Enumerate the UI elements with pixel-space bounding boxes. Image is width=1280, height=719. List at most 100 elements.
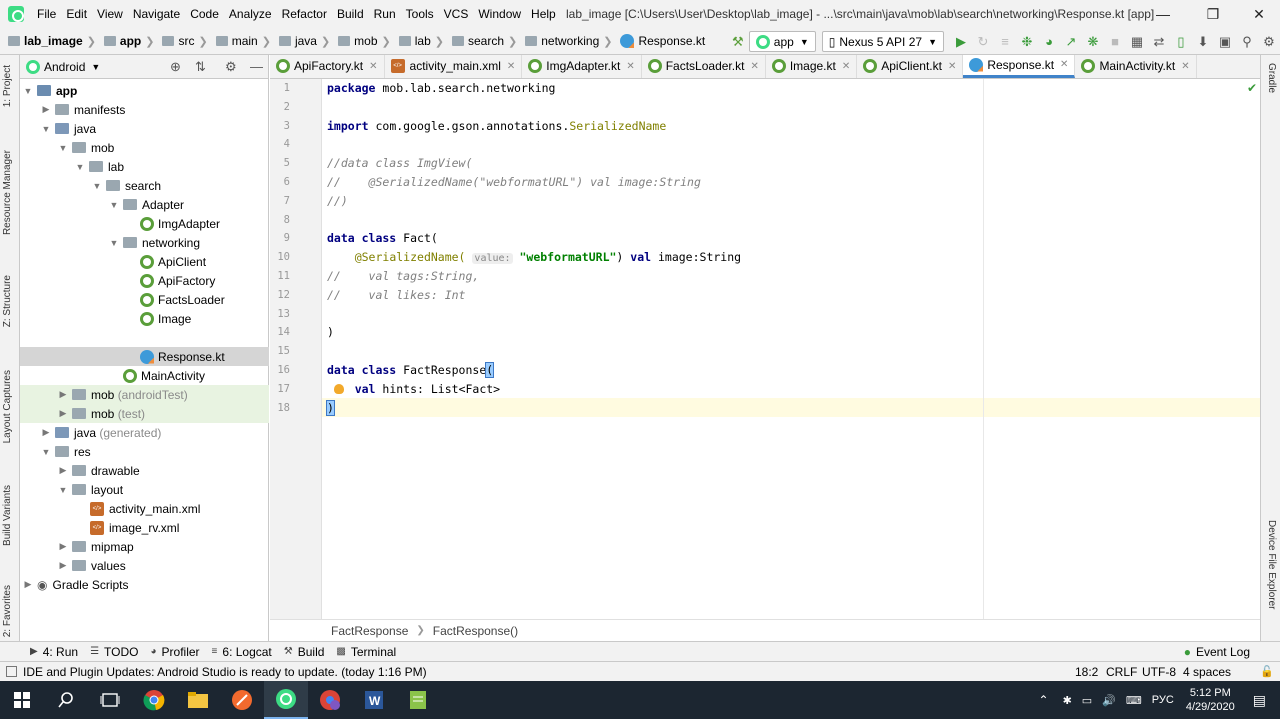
maximize-icon[interactable]: ❐ bbox=[1190, 0, 1236, 28]
tree-item-manifests[interactable]: ▶ manifests bbox=[20, 100, 269, 119]
tree-item-layout[interactable]: ▼ layout bbox=[20, 480, 269, 499]
chevron-right-icon[interactable]: ▶ bbox=[57, 408, 69, 419]
hammer-build-icon[interactable]: ⚒ bbox=[727, 31, 749, 53]
breadcrumb-java[interactable]: java ❯ bbox=[277, 34, 336, 48]
close-window-icon[interactable]: ✕ bbox=[1236, 0, 1280, 28]
keyboard-icon[interactable]: ⌨ bbox=[1126, 694, 1142, 707]
chevron-down-icon[interactable]: ▼ bbox=[40, 124, 52, 134]
event-log-button[interactable]: ● Event Log bbox=[1184, 645, 1250, 659]
chrome-profile-icon[interactable] bbox=[308, 681, 352, 719]
clock[interactable]: 5:12 PM 4/29/2020 bbox=[1186, 686, 1235, 714]
status-message[interactable]: IDE and Plugin Updates: Android Studio i… bbox=[23, 665, 427, 679]
breadcrumb-main[interactable]: main ❯ bbox=[214, 34, 277, 48]
attach-debugger-icon[interactable]: ↗ bbox=[1060, 31, 1082, 53]
chevron-right-icon[interactable]: ▶ bbox=[57, 541, 69, 552]
close-icon[interactable]: ✕ bbox=[1060, 59, 1068, 70]
tree-item-image-rv-xml[interactable]: </> image_rv.xml bbox=[20, 518, 269, 537]
logcat-tool-button[interactable]: ≡ 6: Logcat bbox=[212, 645, 272, 659]
chevron-down-icon[interactable]: ▼ bbox=[57, 485, 69, 495]
notepad-icon[interactable] bbox=[396, 681, 440, 719]
run-tool-button[interactable]: ▶ 4: Run bbox=[30, 645, 78, 659]
tab-apifactory[interactable]: ApiFactory.kt ✕ bbox=[270, 55, 385, 78]
chevron-right-icon[interactable]: ▶ bbox=[40, 104, 52, 115]
breadcrumb-lab[interactable]: lab ❯ bbox=[397, 34, 450, 48]
tab-apiclient[interactable]: ApiClient.kt ✕ bbox=[857, 55, 964, 78]
tree-item-imgadapter[interactable]: ImgAdapter bbox=[20, 214, 269, 233]
windows-start-icon[interactable] bbox=[0, 681, 44, 719]
tree-item-java[interactable]: ▼ java bbox=[20, 119, 269, 138]
run-icon[interactable]: ▶ bbox=[950, 31, 972, 53]
device-select[interactable]: ▯ Nexus 5 API 27 ▼ bbox=[821, 31, 944, 52]
chevron-right-icon[interactable]: ▶ bbox=[57, 560, 69, 571]
android-studio-taskbar-icon[interactable] bbox=[264, 681, 308, 719]
input-language[interactable]: РУС bbox=[1152, 694, 1174, 706]
tab-factsloader[interactable]: FactsLoader.kt ✕ bbox=[642, 55, 766, 78]
tree-item-lab[interactable]: ▼ lab bbox=[20, 157, 269, 176]
gear-icon[interactable]: ⚙ bbox=[225, 59, 237, 75]
project-tool-tab[interactable]: 1: Project bbox=[2, 65, 13, 107]
sync-gradle-icon[interactable]: ⇄ bbox=[1148, 31, 1170, 53]
menu-file[interactable]: File bbox=[32, 0, 61, 28]
tab-image[interactable]: Image.kt ✕ bbox=[766, 55, 858, 78]
sdk-manager-icon[interactable]: ⬇ bbox=[1192, 31, 1214, 53]
build-variants-tab[interactable]: Build Variants bbox=[2, 485, 13, 546]
chevron-right-icon[interactable]: ▶ bbox=[40, 427, 52, 438]
breadcrumb-app[interactable]: app ❯ bbox=[102, 34, 161, 48]
indent-setting[interactable]: 4 spaces bbox=[1183, 665, 1231, 679]
apply-changes-icon[interactable]: ↻ bbox=[972, 31, 994, 53]
device-file-explorer-tab[interactable]: Device File Explorer bbox=[1266, 520, 1277, 609]
tree-item-res[interactable]: ▼ res bbox=[20, 442, 269, 461]
resource-manager-tab[interactable]: Resource Manager bbox=[2, 150, 13, 235]
breadcrumb-lab-image[interactable]: lab_image ❯ bbox=[6, 34, 102, 48]
chevron-down-icon[interactable]: ▼ bbox=[57, 143, 69, 153]
tree-item-image[interactable]: Image bbox=[20, 309, 269, 328]
gradle-tab[interactable]: Gradle bbox=[1266, 63, 1277, 93]
structure-tab[interactable]: Z: Structure bbox=[2, 275, 13, 327]
status-toggle-icon[interactable] bbox=[6, 666, 17, 677]
run-config-select[interactable]: app ▼ bbox=[748, 31, 816, 52]
breadcrumb-response-kt[interactable]: Response.kt bbox=[618, 34, 707, 48]
favorites-tab[interactable]: 2: Favorites bbox=[2, 585, 13, 637]
breadcrumb-src[interactable]: src ❯ bbox=[160, 34, 213, 48]
chevron-right-icon[interactable]: ▶ bbox=[22, 579, 34, 590]
menu-vcs[interactable]: VCS bbox=[439, 0, 474, 28]
breadcrumb-search[interactable]: search ❯ bbox=[450, 34, 523, 48]
chevron-right-icon[interactable]: ▶ bbox=[57, 389, 69, 400]
apply-code-changes-icon[interactable]: ≡ bbox=[994, 31, 1016, 53]
close-icon[interactable]: ✕ bbox=[507, 61, 515, 72]
debug-attach-icon[interactable]: ❋ bbox=[1082, 31, 1104, 53]
stop-icon[interactable]: ■ bbox=[1104, 31, 1126, 53]
tree-item-drawable[interactable]: ▶ drawable bbox=[20, 461, 269, 480]
chrome-icon[interactable] bbox=[132, 681, 176, 719]
build-tool-button[interactable]: ⚒ Build bbox=[284, 645, 325, 659]
menu-tools[interactable]: Tools bbox=[401, 0, 439, 28]
chevron-down-icon[interactable]: ▼ bbox=[74, 162, 86, 172]
tree-item-response-kt[interactable]: Response.kt bbox=[20, 347, 269, 366]
terminal-tool-button[interactable]: ▩ Terminal bbox=[336, 645, 396, 659]
close-icon[interactable]: ✕ bbox=[369, 61, 377, 72]
tab-response[interactable]: Response.kt ✕ bbox=[963, 55, 1076, 78]
editor-breadcrumb-class[interactable]: FactResponse bbox=[331, 624, 408, 638]
menu-help[interactable]: Help bbox=[526, 0, 561, 28]
chevron-up-icon[interactable]: ⌃ bbox=[1039, 693, 1049, 707]
chevron-down-icon[interactable]: ▼ bbox=[108, 200, 120, 210]
settings-icon[interactable]: ⚙ bbox=[1258, 31, 1280, 53]
chevron-down-icon[interactable]: ▼ bbox=[22, 86, 34, 96]
hide-panel-icon[interactable]: — bbox=[250, 59, 263, 74]
volume-icon[interactable]: 🔊 bbox=[1102, 694, 1116, 707]
tree-item-java-generated[interactable]: ▶ java (generated) bbox=[20, 423, 269, 442]
menu-edit[interactable]: Edit bbox=[61, 0, 92, 28]
tree-item-mob-androidtest[interactable]: ▶ mob (androidTest) bbox=[20, 385, 269, 404]
tree-item-activity-main-xml[interactable]: </> activity_main.xml bbox=[20, 499, 269, 518]
word-icon[interactable]: W bbox=[352, 681, 396, 719]
tree-item-apiclient[interactable]: ApiClient bbox=[20, 252, 269, 271]
code-editor[interactable]: 1 2 3 4 5 6 7 8 9 10 11 12 13 14 15 16 1… bbox=[270, 79, 1260, 619]
search-icon[interactable]: ⚲ bbox=[1236, 31, 1258, 53]
menu-analyze[interactable]: Analyze bbox=[224, 0, 277, 28]
menu-run[interactable]: Run bbox=[369, 0, 401, 28]
line-separator[interactable]: CRLF bbox=[1106, 665, 1137, 679]
profile-icon[interactable]: ◕ bbox=[1038, 31, 1060, 53]
collapse-all-icon[interactable]: ⇅ bbox=[195, 59, 206, 75]
project-view-mode-select[interactable]: Android bbox=[44, 60, 85, 74]
tree-item-values[interactable]: ▶ values bbox=[20, 556, 269, 575]
